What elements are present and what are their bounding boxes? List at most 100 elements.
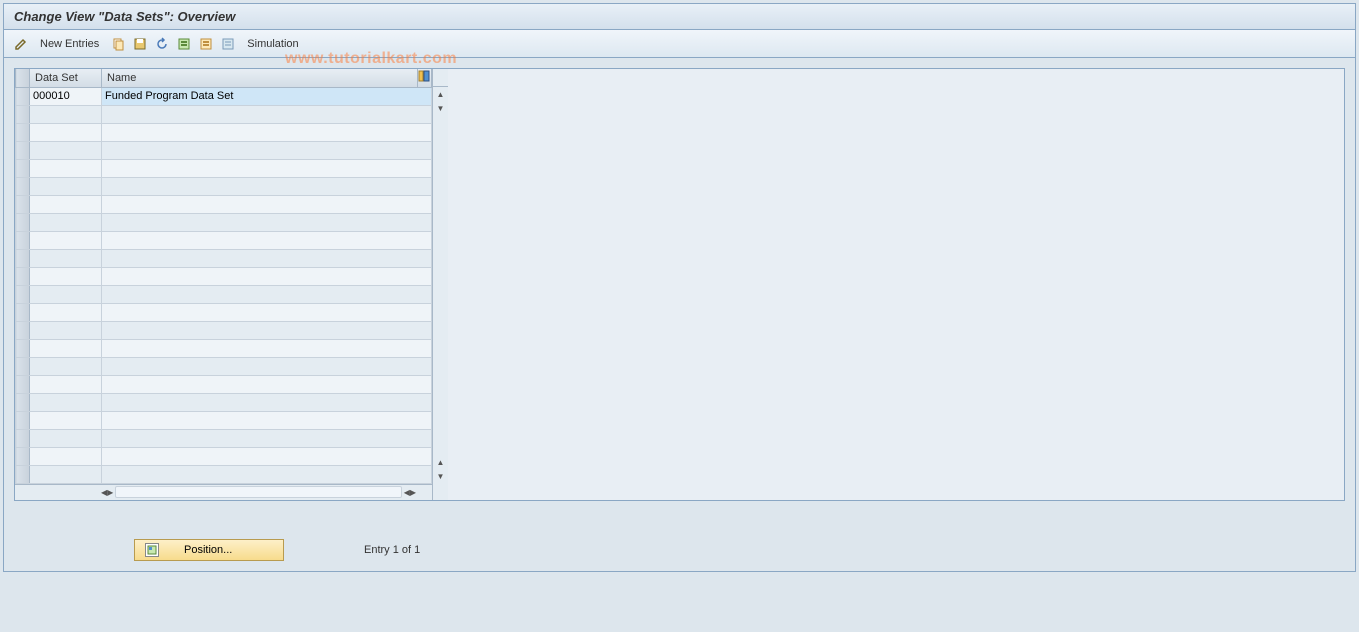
- cell-name[interactable]: [102, 213, 432, 231]
- scroll-up-end-icon[interactable]: ▲: [433, 456, 448, 470]
- scroll-right-icon[interactable]: ▶: [107, 485, 113, 499]
- cell-dataset[interactable]: [30, 447, 102, 465]
- cell-dataset[interactable]: [30, 357, 102, 375]
- table-settings-icon[interactable]: [418, 69, 432, 87]
- data-table-wrapper: Data Set Name 000010Funded Program Data …: [14, 68, 1345, 501]
- cell-dataset[interactable]: [30, 321, 102, 339]
- row-selector[interactable]: [16, 159, 30, 177]
- row-selector[interactable]: [16, 123, 30, 141]
- cell-dataset[interactable]: [30, 429, 102, 447]
- cell-name[interactable]: [102, 285, 432, 303]
- cell-dataset[interactable]: [30, 303, 102, 321]
- column-header-dataset[interactable]: Data Set: [30, 69, 102, 87]
- save-icon[interactable]: [131, 35, 149, 53]
- table-row: [16, 321, 432, 339]
- cell-name[interactable]: [102, 123, 432, 141]
- horizontal-scrollbar[interactable]: ◀ ▶ ◀ ▶: [15, 484, 432, 500]
- scroll-down-end-icon[interactable]: ▼: [433, 470, 448, 484]
- row-selector[interactable]: [16, 321, 30, 339]
- cell-dataset[interactable]: [30, 159, 102, 177]
- position-button[interactable]: Position...: [134, 539, 284, 561]
- cell-dataset[interactable]: [30, 195, 102, 213]
- row-selector[interactable]: [16, 141, 30, 159]
- copy-icon[interactable]: [109, 35, 127, 53]
- select-all-icon[interactable]: [175, 35, 193, 53]
- cell-name[interactable]: [102, 411, 432, 429]
- data-table: Data Set Name 000010Funded Program Data …: [15, 69, 432, 484]
- table-row: [16, 429, 432, 447]
- row-selector[interactable]: [16, 285, 30, 303]
- cell-name[interactable]: [102, 321, 432, 339]
- cell-name[interactable]: [102, 339, 432, 357]
- table-row: [16, 159, 432, 177]
- cell-name[interactable]: [102, 141, 432, 159]
- table-row: [16, 249, 432, 267]
- list-icon[interactable]: [219, 35, 237, 53]
- table-row: [16, 231, 432, 249]
- table-row: [16, 105, 432, 123]
- row-selector[interactable]: [16, 249, 30, 267]
- cell-dataset[interactable]: [30, 339, 102, 357]
- cell-name[interactable]: [102, 357, 432, 375]
- cell-dataset[interactable]: [30, 231, 102, 249]
- row-selector[interactable]: [16, 357, 30, 375]
- cell-dataset[interactable]: [30, 249, 102, 267]
- row-selector[interactable]: [16, 393, 30, 411]
- cell-name[interactable]: [102, 267, 432, 285]
- table-row: [16, 123, 432, 141]
- window-title: Change View "Data Sets": Overview: [14, 9, 235, 24]
- scroll-down-icon[interactable]: ▼: [433, 101, 448, 115]
- row-selector[interactable]: [16, 339, 30, 357]
- cell-dataset[interactable]: [30, 411, 102, 429]
- row-selector[interactable]: [16, 411, 30, 429]
- row-selector[interactable]: [16, 447, 30, 465]
- scroll-up-icon[interactable]: ▲: [433, 87, 448, 101]
- cell-dataset[interactable]: [30, 177, 102, 195]
- select-all-corner[interactable]: [16, 69, 30, 87]
- row-selector[interactable]: [16, 267, 30, 285]
- cell-name[interactable]: [102, 447, 432, 465]
- cell-dataset[interactable]: [30, 123, 102, 141]
- simulation-button[interactable]: Simulation: [241, 36, 304, 52]
- cell-name[interactable]: [102, 249, 432, 267]
- cell-name[interactable]: [102, 231, 432, 249]
- row-selector[interactable]: [16, 429, 30, 447]
- row-selector[interactable]: [16, 195, 30, 213]
- cell-name[interactable]: Funded Program Data Set: [102, 87, 432, 105]
- row-selector[interactable]: [16, 303, 30, 321]
- deselect-all-icon[interactable]: [197, 35, 215, 53]
- cell-name[interactable]: [102, 195, 432, 213]
- hscroll-track[interactable]: [115, 486, 401, 498]
- cell-name[interactable]: [102, 159, 432, 177]
- row-selector[interactable]: [16, 231, 30, 249]
- cell-dataset[interactable]: [30, 285, 102, 303]
- cell-dataset[interactable]: [30, 105, 102, 123]
- cell-name[interactable]: [102, 465, 432, 483]
- row-selector[interactable]: [16, 465, 30, 483]
- cell-dataset[interactable]: [30, 141, 102, 159]
- cell-dataset[interactable]: [30, 465, 102, 483]
- cell-name[interactable]: [102, 375, 432, 393]
- scroll-right-end-icon[interactable]: ▶: [410, 485, 416, 499]
- column-header-name[interactable]: Name: [102, 69, 418, 87]
- row-selector[interactable]: [16, 375, 30, 393]
- cell-dataset[interactable]: [30, 393, 102, 411]
- table-row: [16, 339, 432, 357]
- vertical-scrollbar[interactable]: ▲ ▼ ▲ ▼: [432, 69, 448, 500]
- cell-dataset[interactable]: [30, 213, 102, 231]
- row-selector[interactable]: [16, 87, 30, 105]
- cell-name[interactable]: [102, 393, 432, 411]
- cell-dataset[interactable]: [30, 375, 102, 393]
- cell-name[interactable]: [102, 177, 432, 195]
- cell-name[interactable]: [102, 303, 432, 321]
- cell-name[interactable]: [102, 105, 432, 123]
- row-selector[interactable]: [16, 105, 30, 123]
- cell-dataset[interactable]: 000010: [30, 87, 102, 105]
- undo-icon[interactable]: [153, 35, 171, 53]
- row-selector[interactable]: [16, 213, 30, 231]
- new-entries-button[interactable]: New Entries: [34, 36, 105, 52]
- cell-name[interactable]: [102, 429, 432, 447]
- cell-dataset[interactable]: [30, 267, 102, 285]
- edit-icon[interactable]: [12, 35, 30, 53]
- row-selector[interactable]: [16, 177, 30, 195]
